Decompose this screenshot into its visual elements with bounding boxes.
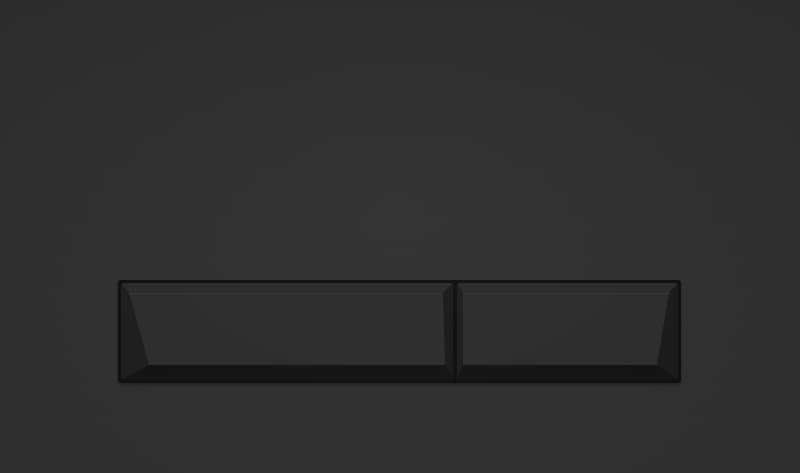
full-flush-button[interactable] <box>121 283 453 380</box>
wall-background <box>0 0 800 473</box>
half-flush-button[interactable] <box>457 283 678 380</box>
full-flush-button-shape <box>121 283 453 380</box>
half-flush-button-shape <box>457 283 678 380</box>
flush-plate <box>118 280 681 383</box>
